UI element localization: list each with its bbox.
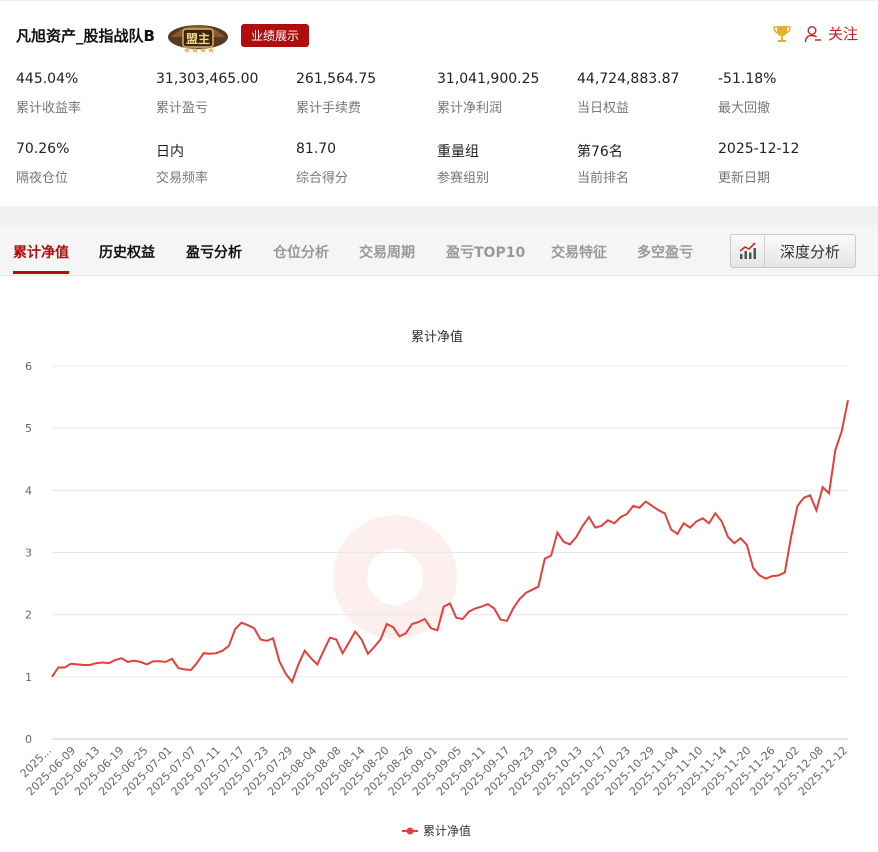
nav-line-chart: 累计净值 0123456 2025...2025-06-092025-06-13… xyxy=(18,329,850,838)
stat-value: 2025-12-12 xyxy=(718,141,800,157)
tab-pnl-analysis[interactable]: 盈亏分析 xyxy=(186,242,242,262)
stat-value: 31,041,900.25 xyxy=(437,71,540,87)
stat-score: 81.70 综合得分 xyxy=(296,141,436,186)
stat-max-drawdown: -51.18% 最大回撤 xyxy=(718,71,858,116)
y-tick-label: 3 xyxy=(25,547,32,560)
y-tick-label: 5 xyxy=(25,422,32,435)
stat-value: -51.18% xyxy=(718,71,777,87)
stat-total-return: 445.04% 累计收益率 xyxy=(16,71,156,116)
stat-label: 更新日期 xyxy=(718,171,771,186)
leader-badge-icon: 盟主 xyxy=(167,25,228,53)
stat-value: 重量组 xyxy=(437,144,479,160)
stat-label: 当日权益 xyxy=(577,101,630,116)
stat-label: 最大回撤 xyxy=(718,101,771,116)
y-tick-label: 1 xyxy=(25,671,32,684)
stat-label: 累计盈亏 xyxy=(156,101,209,116)
active-tab-indicator xyxy=(13,271,69,274)
stat-update-date: 2025-12-12 更新日期 xyxy=(718,141,858,186)
deep-analysis-button[interactable]: 深度分析 xyxy=(730,234,856,268)
trophy-icon[interactable] xyxy=(772,24,792,44)
account-name: 凡旭资产_股指战队B xyxy=(16,26,155,45)
stat-value: 261,564.75 xyxy=(296,71,377,87)
deep-analysis-label: 深度分析 xyxy=(779,242,840,261)
stat-daily-equity: 44,724,883.87 当日权益 xyxy=(577,71,717,116)
stat-value: 70.26% xyxy=(16,141,70,157)
tab-long-short-pnl[interactable]: 多空盈亏 xyxy=(637,242,693,262)
performance-button[interactable]: 业绩展示 xyxy=(240,23,309,47)
stat-label: 累计手续费 xyxy=(296,101,362,116)
analysis-chart-icon xyxy=(731,235,765,267)
series-line-nav xyxy=(51,400,849,684)
tab-history-equity[interactable]: 历史权益 xyxy=(99,242,155,262)
stat-label: 参赛组别 xyxy=(437,171,490,186)
tab-trade-cycle[interactable]: 交易周期 xyxy=(359,242,415,262)
y-tick-label: 2 xyxy=(25,609,32,622)
badge-text: 盟主 xyxy=(186,31,210,46)
stat-label: 累计收益率 xyxy=(16,101,82,116)
tab-trade-features[interactable]: 交易特征 xyxy=(551,242,607,262)
stat-group: 重量组 参赛组别 xyxy=(437,141,577,186)
stat-rank: 第76名当前排名 xyxy=(577,141,717,186)
stat-value: 81.70 xyxy=(296,141,337,157)
y-tick-label: 6 xyxy=(25,360,32,373)
stat-value: 31,303,465.00 xyxy=(156,71,259,87)
stat-overnight-position: 70.26% 隔夜仓位 xyxy=(16,141,156,186)
watermark-icon xyxy=(333,515,457,639)
stat-net-profit: 31,041,900.25 累计净利润 xyxy=(437,71,577,116)
legend-label: 累计净值 xyxy=(423,823,471,838)
stat-total-fees: 261,564.75 累计手续费 xyxy=(296,71,436,116)
user-add-icon xyxy=(804,25,821,42)
follow-label: 关注 xyxy=(827,25,858,43)
stat-value: 日内 xyxy=(156,144,184,160)
stat-label: 交易频率 xyxy=(156,171,209,186)
stat-value: 44,724,883.87 xyxy=(577,71,680,87)
account-header: 凡旭资产_股指战队B 盟主 业绩展示 关注 445.04% 累计收益率 31,3… xyxy=(0,0,878,206)
y-tick-label: 4 xyxy=(25,484,32,497)
stat-label: 隔夜仓位 xyxy=(16,171,69,186)
title-row: 凡旭资产_股指战队B 盟主 业绩展示 xyxy=(16,19,309,53)
chart-title: 累计净值 xyxy=(411,329,463,345)
stat-value: 第76名 xyxy=(577,144,623,160)
follow-button[interactable]: 关注 xyxy=(804,23,858,44)
stat-value: 445.04% xyxy=(16,71,79,87)
stat-total-pnl: 31,303,465.00 累计盈亏 xyxy=(156,71,296,116)
stat-label: 综合得分 xyxy=(296,171,349,186)
tab-position-analysis[interactable]: 仓位分析 xyxy=(273,242,329,262)
chart-legend[interactable]: 累计净值 xyxy=(402,823,471,838)
nav-chart-area: 累计净值 0123456 2025... 2025-06-09 2025-06-13… xyxy=(0,277,878,852)
header-actions: 关注 xyxy=(772,23,858,44)
tab-cumulative-nav[interactable]: 累计净值 xyxy=(13,242,69,262)
analysis-tabs: 累计净值 历史权益 盈亏分析 仓位分析 交易周期 盈亏TOP10 交易特征 多空… xyxy=(0,226,878,276)
stat-trade-frequency: 日内 交易频率 xyxy=(156,141,296,186)
stat-label: 累计净利润 xyxy=(437,101,503,116)
stat-label: 当前排名 xyxy=(577,171,630,186)
legend-marker xyxy=(406,827,414,835)
tab-pnl-top10[interactable]: 盈亏TOP10 xyxy=(446,242,525,262)
y-tick-label: 0 xyxy=(25,733,32,746)
section-gap xyxy=(0,206,878,226)
